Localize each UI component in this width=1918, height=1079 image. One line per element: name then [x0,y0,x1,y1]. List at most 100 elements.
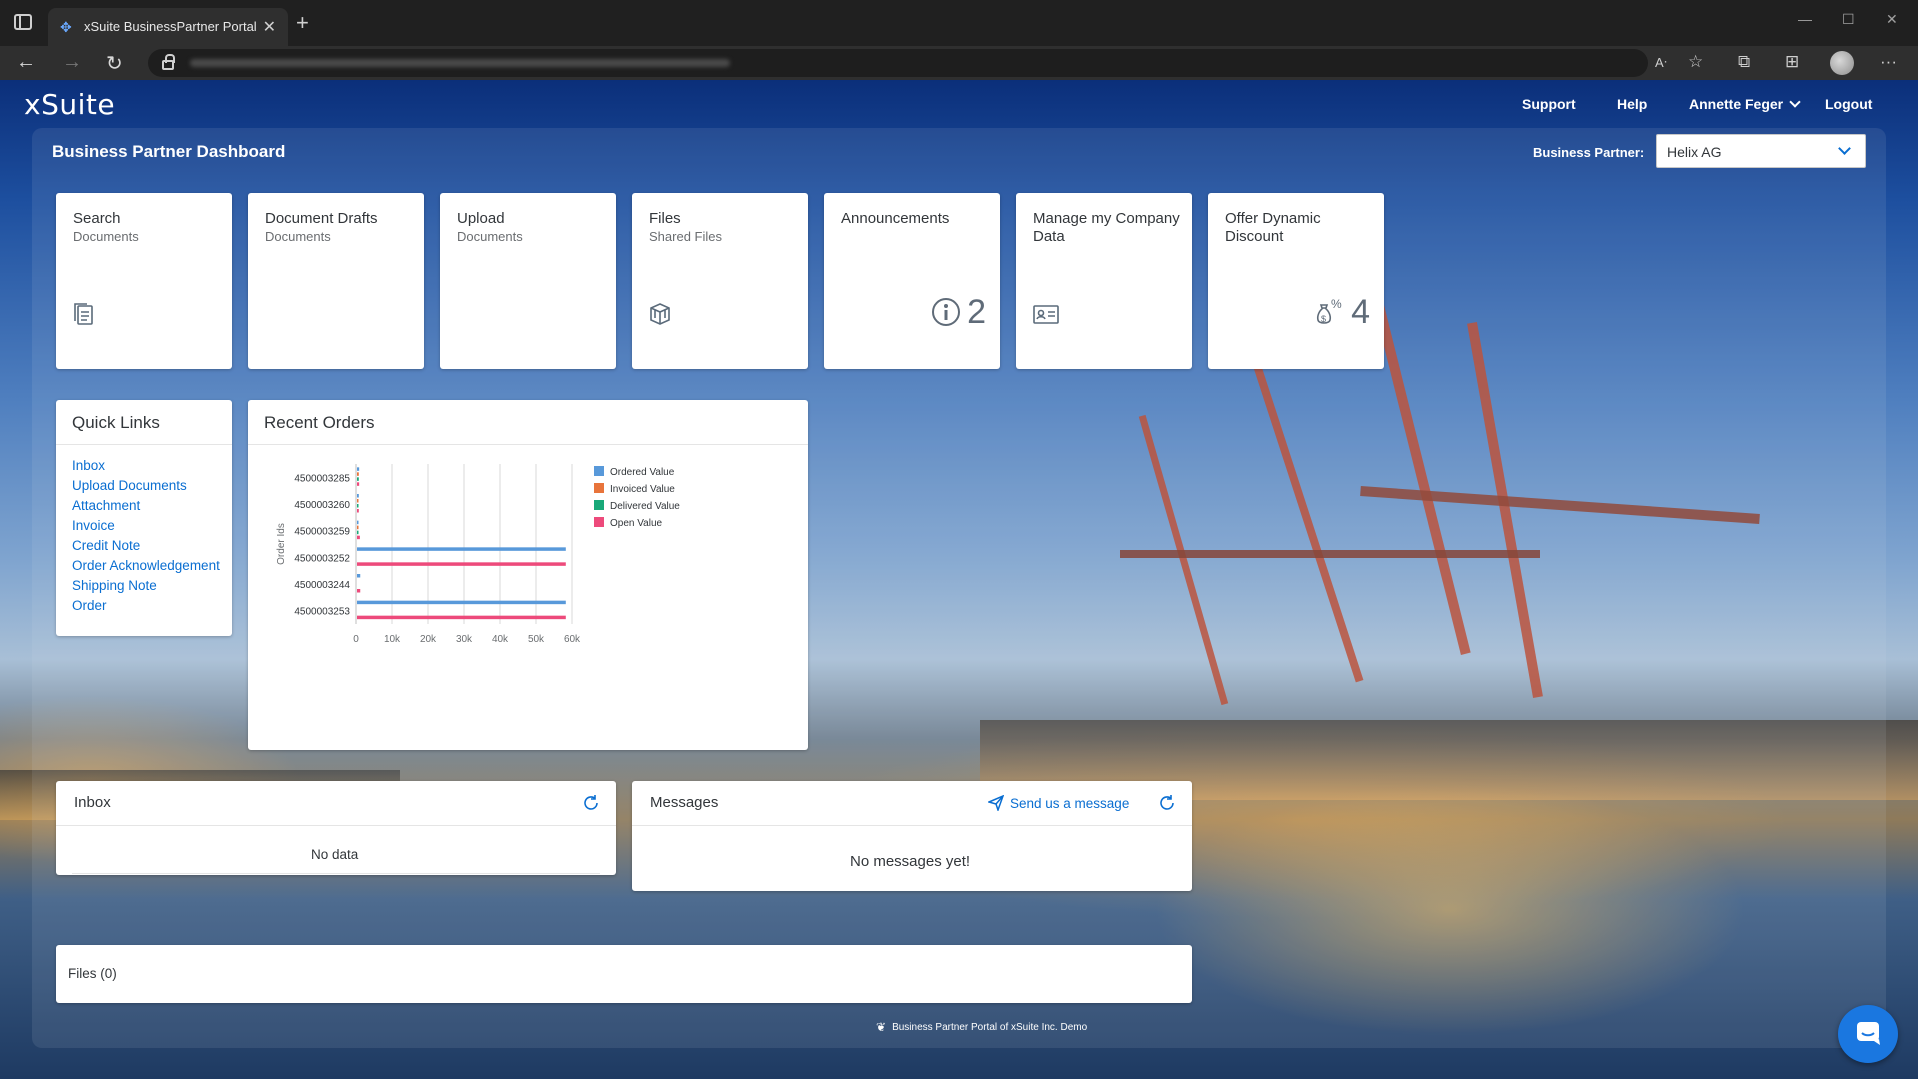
quick-link-credit-note[interactable]: Credit Note [72,536,220,556]
announcements-kpi: 2 [931,295,986,329]
new-tab-icon[interactable]: + [296,10,309,36]
y-tick-label: 4500003285 [294,473,350,484]
legend-label: Ordered Value [610,467,675,478]
quick-link-upload-documents[interactable]: Upload Documents [72,476,220,496]
messages-panel: Messages Send us a message No messages y… [632,781,1192,891]
tab-actions-icon[interactable] [14,14,32,30]
divider [632,825,1192,826]
xsuite-logo: xSuite [24,88,116,121]
inbox-title: Inbox [74,794,111,811]
business-partner-select[interactable]: Helix AG [1656,134,1866,168]
bar-open-value [357,482,360,486]
quick-links-title: Quick Links [72,413,160,432]
tile-offer-dynamic-discount[interactable]: Offer Dynamic Discount $ % 4 [1208,193,1384,369]
legend-swatch [594,483,604,493]
user-menu[interactable]: Annette Feger [1689,96,1801,112]
bar-ordered-value [357,467,360,471]
address-bar[interactable] [148,49,1648,77]
business-partner-label: Business Partner: [1533,145,1645,160]
forward-icon[interactable]: → [62,51,82,74]
y-tick-label: 4500003260 [294,500,350,511]
tile-announcements[interactable]: Announcements 2 [824,193,1000,369]
quick-link-order-acknowledgement[interactable]: Order Acknowledgement [72,556,220,576]
help-link[interactable]: Help [1617,96,1647,112]
favorites-add-icon[interactable]: ☆ [1688,52,1703,72]
inbox-panel: Inbox No data [56,781,616,875]
portal-page: xSuite Support Help Annette Feger Logout… [0,80,1918,1079]
business-partner-value: Helix AG [1667,144,1722,160]
close-tab-icon[interactable]: ✕ [263,17,276,37]
tile-search-documents[interactable]: Search Documents [56,193,232,369]
svg-text:%: % [1331,297,1342,311]
inbox-empty-text: No data [311,847,359,862]
bar-open-value [357,509,359,513]
chat-button[interactable] [1838,1005,1898,1063]
divider [248,444,808,445]
bar-open-value [357,535,360,540]
xsuite-favicon-icon: ✥ [60,19,72,35]
quick-link-shipping-note[interactable]: Shipping Note [72,576,220,596]
y-tick-label: 4500003259 [294,527,350,538]
collections-icon[interactable]: ⊞ [1785,52,1799,72]
quick-link-inbox[interactable]: Inbox [72,456,220,476]
minimize-icon[interactable]: — [1798,11,1812,27]
quick-links-panel: Quick Links Inbox Upload Documents Attac… [56,400,232,636]
x-tick-label: 40k [492,634,509,645]
send-message-link[interactable]: Send us a message [988,795,1129,811]
support-link[interactable]: Support [1522,96,1576,112]
quick-link-order[interactable]: Order [72,596,220,616]
paper-plane-icon [988,795,1004,811]
documents-icon [74,303,93,325]
footer-text: Business Partner Portal of xSuite Inc. D… [892,1021,1088,1033]
divider [56,825,616,826]
x-tick-label: 20k [420,634,437,645]
legend-swatch [594,466,604,476]
browser-toolbar: ← → ↻ Aᐧ ☆ ⧉ ⊞ ··· [0,46,1918,80]
x-tick-label: 50k [528,634,545,645]
browser-tabbar: ✥ xSuite BusinessPartner Portal ✕ + — ☐ … [0,0,1918,46]
refresh-icon[interactable] [1158,794,1176,812]
legend-label: Open Value [610,518,663,529]
quick-link-attachment[interactable]: Attachment [72,496,220,516]
chat-icon [1857,1022,1880,1045]
bar-delivered-value [357,504,359,508]
tile-title: Document Drafts [265,210,378,227]
tile-manage-company-data[interactable]: Manage my Company Data [1016,193,1192,369]
logout-link[interactable]: Logout [1825,96,1872,112]
discount-money-icon: $ % [1317,297,1342,324]
quick-link-invoice[interactable]: Invoice [72,516,220,536]
close-window-icon[interactable]: ✕ [1886,11,1898,28]
tile-files-shared[interactable]: Files Shared Files [632,193,808,369]
tile-title: Offer Dynamic Discount [1225,210,1321,245]
y-tick-label: 4500003244 [294,580,350,591]
extensions-icon[interactable]: ⧉ [1738,52,1750,72]
y-tick-label: 4500003252 [294,553,350,564]
page-title: Business Partner Dashboard [52,142,286,161]
tile-upload-documents[interactable]: Upload Documents [440,193,616,369]
x-tick-label: 0 [353,634,359,645]
profile-avatar[interactable] [1830,51,1854,75]
tile-document-drafts[interactable]: Document Drafts Documents [248,193,424,369]
divider [72,873,600,874]
bar-invoiced-value [357,525,359,530]
bar-invoiced-value [357,472,359,476]
bar-ordered-value [357,600,566,605]
maximize-icon[interactable]: ☐ [1842,11,1855,28]
browser-tab[interactable]: ✥ xSuite BusinessPartner Portal ✕ [48,8,288,46]
x-tick-label: 10k [384,634,401,645]
refresh-icon[interactable] [582,794,600,812]
recent-orders-title: Recent Orders [264,413,375,432]
footer: ❦ Business Partner Portal of xSuite Inc.… [876,1020,1087,1034]
recent-orders-chart: 0 10k 20k 30k 40k 50k 60k Order Ids 4500003285 45… [276,464,680,645]
tile-title: Announcements [841,210,950,227]
more-menu-icon[interactable]: ··· [1880,52,1897,72]
info-icon [932,298,961,326]
reload-icon[interactable]: ↻ [106,51,123,76]
bar-open-value [357,615,566,620]
tile-subtitle: Documents [457,229,523,244]
read-aloud-icon[interactable]: Aᐧ [1655,55,1667,71]
lock-icon [162,54,175,70]
tile-title: Manage my Company Data [1033,210,1180,245]
back-icon[interactable]: ← [16,51,36,74]
bar-open-value [357,562,566,566]
